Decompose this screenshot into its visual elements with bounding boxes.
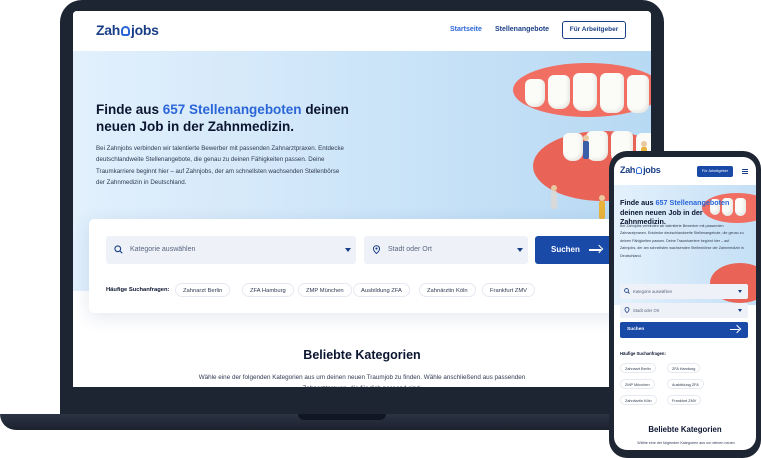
desktop-navbar: Zah jobs Startseite Stellenangebote Für A… [73, 11, 651, 51]
search-button[interactable]: Suchen [620, 322, 748, 338]
logo[interactable]: Zah jobs [620, 165, 661, 175]
desktop-site: Zah jobs Startseite Stellenangebote Für A… [73, 11, 651, 387]
categories-text: Wähle eine der folgenden Kategorien aus … [198, 374, 526, 387]
search-tag[interactable]: Frankfurt ZMV [667, 395, 702, 405]
chevron-down-icon [738, 290, 742, 293]
search-card: Kategorie auswählen Stadt oder Ort Suche… [89, 219, 639, 313]
location-pin-icon [372, 245, 381, 254]
arrow-right-icon [730, 329, 739, 330]
frequent-searches-label: Häufige Suchanfragen: [620, 351, 666, 356]
employer-button[interactable]: Für Arbeitgeber [697, 166, 733, 177]
logo-text-right: jobs [131, 22, 159, 38]
category-placeholder: Kategorie auswählen [130, 246, 196, 253]
chevron-down-icon [517, 248, 523, 252]
tooth-logo-icon [121, 26, 130, 36]
search-tag[interactable]: Ausbildung ZFA [353, 283, 410, 297]
menu-icon[interactable] [742, 169, 748, 174]
search-tag[interactable]: ZMP München [298, 283, 352, 297]
search-tag[interactable]: Zahnarzt Berlin [620, 363, 656, 373]
chevron-down-icon [738, 309, 742, 312]
search-tag[interactable]: ZMP München [620, 379, 655, 389]
search-icon [624, 288, 630, 294]
category-select[interactable]: Kategorie auswählen [620, 284, 748, 299]
search-icon [114, 245, 123, 254]
tooth-logo-icon [636, 167, 643, 174]
categories-title: Beliebte Kategorien [303, 348, 421, 362]
location-select[interactable]: Stadt oder Ort [364, 236, 528, 264]
frequent-searches-label: Häufige Suchanfragen: [106, 287, 170, 293]
search-button-label: Suchen [551, 245, 580, 254]
employer-button[interactable]: Für Arbeitgeber [562, 21, 626, 39]
arrow-right-icon [589, 249, 601, 251]
search-tag[interactable]: Frankfurt ZMV [482, 283, 536, 297]
mobile-site: Zah jobs Für Arbeitgeber Finde aus 657 St… [614, 157, 756, 450]
search-tag[interactable]: Zahnärztin Köln [620, 395, 657, 405]
logo-text-left: Zah [96, 22, 120, 38]
search-tag[interactable]: ZFA Hamburg [242, 283, 294, 297]
location-placeholder: Stadt oder Ort [388, 246, 432, 253]
job-count-highlight: 657 Stellenangeboten [162, 102, 302, 117]
laptop-notch [298, 414, 386, 420]
hero-title: Finde aus 657 Stellenangeboten deinen ne… [96, 102, 349, 134]
categories-title: Beliebte Kategorien [648, 425, 722, 434]
search-tag[interactable]: Ausbildung ZFA [667, 379, 704, 389]
search-tag[interactable]: Zahnarzt Berlin [175, 283, 231, 297]
category-select[interactable]: Kategorie auswählen [106, 236, 356, 264]
search-tag[interactable]: Zahnärztin Köln [419, 283, 476, 297]
nav-startseite[interactable]: Startseite [450, 26, 482, 33]
location-pin-icon [624, 307, 630, 313]
search-tag[interactable]: ZFA Hamburg [667, 363, 701, 373]
hero-lead: Bei Zahnjobs verbinden wir talentierte B… [96, 145, 344, 186]
logo[interactable]: Zah jobs [96, 22, 159, 38]
laptop-chin [60, 387, 664, 416]
location-select[interactable]: Stadt oder Ort [620, 303, 748, 318]
nav-stellenangebote[interactable]: Stellenangebote [495, 26, 549, 33]
hero-lead: Bei Zahnjobs verbinden wir talentierte B… [620, 224, 744, 258]
chevron-down-icon [345, 248, 351, 252]
categories-text: Wähle eine der folgenden Kategorien aus … [637, 441, 735, 445]
